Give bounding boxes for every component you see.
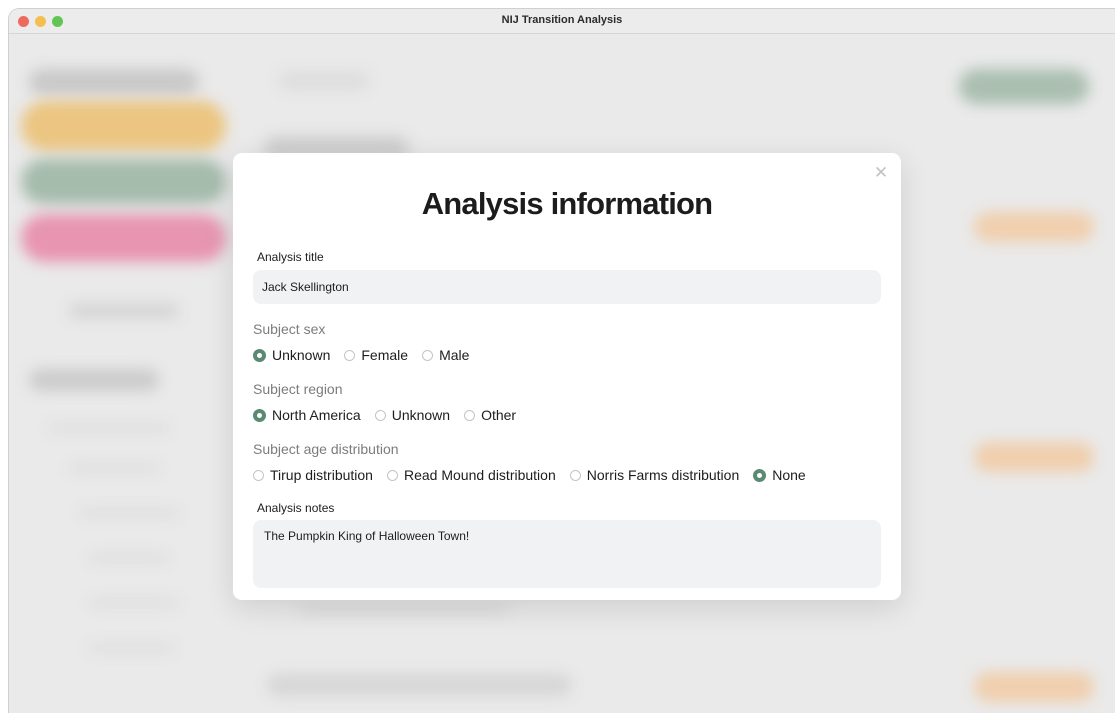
title-bar: NIJ Transition Analysis bbox=[9, 9, 1115, 34]
subject-sex-radio-group: Unknown Female Male bbox=[253, 347, 483, 363]
age-option-none[interactable]: None bbox=[753, 467, 806, 483]
radio-unselected-icon bbox=[386, 469, 398, 481]
option-label: North America bbox=[272, 407, 361, 423]
region-option-other[interactable]: Other bbox=[464, 407, 516, 423]
sex-option-female[interactable]: Female bbox=[344, 347, 408, 363]
age-distribution-label: Subject age distribution bbox=[253, 441, 399, 457]
sex-option-unknown[interactable]: Unknown bbox=[253, 347, 330, 363]
subject-region-radio-group: North America Unknown Other bbox=[253, 407, 530, 423]
option-label: Other bbox=[481, 407, 517, 423]
age-option-norris-farms[interactable]: Norris Farms distribution bbox=[569, 467, 740, 483]
radio-unselected-icon bbox=[344, 349, 356, 361]
radio-selected-icon bbox=[753, 468, 767, 482]
option-label: Unknown bbox=[272, 347, 331, 363]
option-label: Male bbox=[439, 347, 470, 363]
radio-unselected-icon bbox=[253, 469, 264, 481]
radio-selected-icon bbox=[253, 408, 266, 422]
analysis-info-dialog: ✕ Analysis information Analysis title Ja… bbox=[233, 153, 901, 600]
radio-unselected-icon bbox=[464, 409, 476, 421]
age-distribution-radio-group: Tirup distribution Read Mound distributi… bbox=[253, 467, 820, 483]
radio-selected-icon bbox=[253, 348, 266, 362]
dialog-title: Analysis information bbox=[421, 186, 713, 221]
age-option-read-mound[interactable]: Read Mound distribution bbox=[386, 467, 556, 483]
radio-unselected-icon bbox=[569, 469, 581, 481]
sex-option-male[interactable]: Male bbox=[422, 347, 469, 363]
option-label: Norris Farms distribution bbox=[586, 467, 740, 483]
analysis-title-label: Analysis title bbox=[257, 250, 324, 264]
window-title: NIJ Transition Analysis bbox=[501, 14, 623, 26]
option-label: Female bbox=[361, 347, 409, 363]
analysis-notes-textarea[interactable]: The Pumpkin King of Halloween Town! bbox=[253, 520, 881, 588]
close-icon[interactable]: ✕ bbox=[873, 164, 889, 181]
option-label: Unknown bbox=[391, 407, 451, 423]
subject-region-label: Subject region bbox=[253, 381, 343, 397]
option-label: Read Mound distribution bbox=[403, 467, 556, 483]
subject-sex-label: Subject sex bbox=[253, 321, 326, 337]
option-label: None bbox=[772, 467, 806, 483]
radio-unselected-icon bbox=[422, 349, 434, 361]
region-option-unknown[interactable]: Unknown bbox=[374, 407, 451, 423]
region-option-north-america[interactable]: North America bbox=[253, 407, 361, 423]
analysis-notes-label: Analysis notes bbox=[257, 501, 335, 515]
analysis-title-input[interactable]: Jack Skellington bbox=[253, 270, 881, 304]
age-option-tirup[interactable]: Tirup distribution bbox=[253, 467, 373, 483]
radio-unselected-icon bbox=[374, 409, 386, 421]
option-label: Tirup distribution bbox=[270, 467, 373, 483]
